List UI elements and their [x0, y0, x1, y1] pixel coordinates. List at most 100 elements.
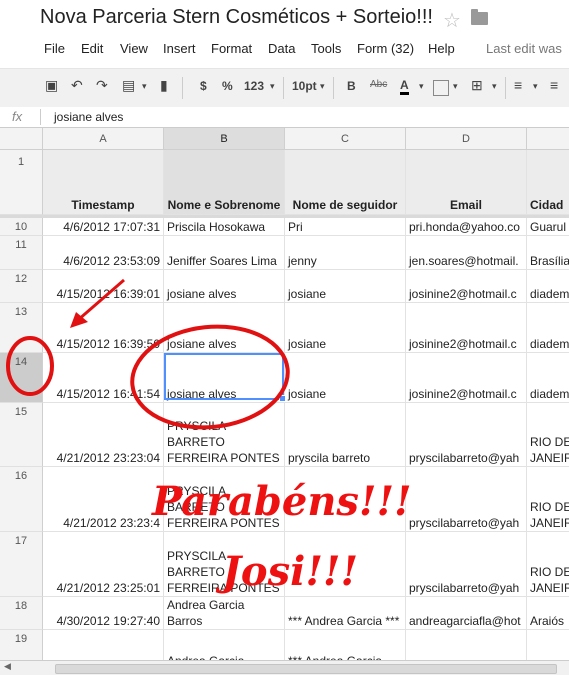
- last-edit-link[interactable]: Last edit was: [486, 41, 562, 56]
- paint-format-icon[interactable]: ▮: [160, 77, 168, 94]
- cell-seguidor[interactable]: [285, 467, 406, 532]
- cell-email[interactable]: pryscilabarreto@yah: [406, 403, 527, 467]
- cell-nome[interactable]: PRYSCILA BARRETO FERREIRA PONTES: [164, 403, 285, 467]
- row-header[interactable]: 15: [0, 403, 43, 467]
- menu-format[interactable]: Format: [211, 41, 252, 56]
- cell-nome[interactable]: Andrea Garcia: [164, 630, 285, 660]
- cell-seguidor[interactable]: josiane: [285, 303, 406, 353]
- cell-email[interactable]: jen.soares@hotmail.: [406, 236, 527, 270]
- cell-timestamp[interactable]: 4/30/2012 19:27:40: [43, 597, 164, 630]
- document-title[interactable]: Nova Parceria Stern Cosméticos + Sorteio…: [40, 6, 433, 29]
- cell-email[interactable]: josinine2@hotmail.c: [406, 270, 527, 303]
- cell-timestamp[interactable]: [43, 630, 164, 660]
- header-cell-email[interactable]: Email: [406, 150, 527, 215]
- cell-email[interactable]: josinine2@hotmail.c: [406, 303, 527, 353]
- row-header[interactable]: 1: [0, 150, 43, 215]
- cell-seguidor[interactable]: *** Andrea Garcia: [285, 630, 406, 660]
- chevron-down-icon[interactable]: ▾: [142, 81, 147, 92]
- menu-help[interactable]: Help: [428, 41, 455, 56]
- menu-view[interactable]: View: [120, 41, 148, 56]
- chevron-down-icon[interactable]: ▾: [320, 81, 325, 92]
- cell-email[interactable]: [406, 630, 527, 660]
- chevron-down-icon[interactable]: ▾: [492, 81, 497, 92]
- cell-nome[interactable]: josiane alves: [164, 303, 285, 353]
- cell-nome[interactable]: PRYSCILA BARRETO FERREIRA PONTES: [164, 532, 285, 597]
- cell-email[interactable]: andreagarciafla@hot: [406, 597, 527, 630]
- cell-cidade[interactable]: diadem: [527, 303, 569, 353]
- row-header[interactable]: 16: [0, 467, 43, 532]
- cell-email[interactable]: pryscilabarreto@yah: [406, 467, 527, 532]
- formula-input[interactable]: josiane alves: [54, 110, 123, 124]
- menu-form[interactable]: Form (32): [357, 41, 414, 56]
- horizontal-scrollbar[interactable]: ◀: [0, 660, 569, 675]
- print-icon[interactable]: ▣: [45, 77, 58, 94]
- header-cell-cidade[interactable]: Cidad: [527, 150, 569, 215]
- cell-seguidor[interactable]: Pri: [285, 218, 406, 236]
- row-header[interactable]: 11: [0, 236, 43, 270]
- redo-icon[interactable]: ↷: [96, 77, 108, 94]
- folder-icon[interactable]: [471, 9, 488, 25]
- cell-timestamp[interactable]: 4/21/2012 23:25:01: [43, 532, 164, 597]
- cell-cidade[interactable]: Brasília: [527, 236, 569, 270]
- select-all-corner[interactable]: [0, 128, 43, 150]
- row-header[interactable]: 19: [0, 630, 43, 660]
- more-options-icon[interactable]: ≡: [550, 77, 558, 93]
- cell-timestamp[interactable]: 4/6/2012 17:07:31: [43, 218, 164, 236]
- cell-seguidor[interactable]: josiane: [285, 353, 406, 403]
- header-cell-timestamp[interactable]: Timestamp: [43, 150, 164, 215]
- row-header[interactable]: 17: [0, 532, 43, 597]
- chevron-down-icon[interactable]: ▾: [453, 81, 458, 92]
- cell-cidade[interactable]: diadem: [527, 353, 569, 403]
- cell-cidade[interactable]: [527, 630, 569, 660]
- cell-timestamp[interactable]: 4/21/2012 23:23:04: [43, 403, 164, 467]
- paste-icon[interactable]: ▤: [122, 77, 135, 94]
- row-header[interactable]: 18: [0, 597, 43, 630]
- fill-color-icon[interactable]: [433, 80, 449, 96]
- cell-cidade[interactable]: RIO DE JANEIR: [527, 467, 569, 532]
- menu-insert[interactable]: Insert: [163, 41, 196, 56]
- cell-cidade[interactable]: RIO DE JANEIR: [527, 403, 569, 467]
- cell-email[interactable]: pryscilabarreto@yah: [406, 532, 527, 597]
- cell-seguidor[interactable]: pryscila barreto: [285, 403, 406, 467]
- font-size-select[interactable]: 10pt: [292, 79, 317, 93]
- cell-cidade[interactable]: diadem: [527, 270, 569, 303]
- column-header-e[interactable]: [527, 128, 569, 150]
- cell-nome[interactable]: Andrea Garcia Barros: [164, 597, 285, 630]
- chevron-down-icon[interactable]: ▾: [533, 81, 538, 92]
- cell-timestamp[interactable]: 4/15/2012 16:41:54: [43, 353, 164, 403]
- cell-timestamp[interactable]: 4/15/2012 16:39:01: [43, 270, 164, 303]
- column-header-b[interactable]: B: [164, 128, 285, 150]
- cell-cidade[interactable]: Guarul: [527, 218, 569, 236]
- star-icon[interactable]: ☆: [443, 8, 461, 33]
- cell-seguidor[interactable]: josiane: [285, 270, 406, 303]
- scrollbar-thumb[interactable]: [55, 664, 557, 674]
- menu-edit[interactable]: Edit: [81, 41, 103, 56]
- currency-button[interactable]: $: [200, 79, 207, 93]
- header-cell-nome[interactable]: Nome e Sobrenome: [164, 150, 285, 215]
- row-header[interactable]: 13: [0, 303, 43, 353]
- number-format-button[interactable]: 123: [244, 79, 264, 93]
- cell-nome[interactable]: Jeniffer Soares Lima: [164, 236, 285, 270]
- bold-button[interactable]: B: [347, 79, 356, 93]
- cell-timestamp[interactable]: 4/21/2012 23:23:4: [43, 467, 164, 532]
- strikethrough-button[interactable]: Abc: [370, 79, 387, 90]
- row-header[interactable]: 12: [0, 270, 43, 303]
- cell-email[interactable]: pri.honda@yahoo.co: [406, 218, 527, 236]
- cell-nome[interactable]: josiane alves: [164, 353, 285, 403]
- row-header[interactable]: 10: [0, 218, 43, 236]
- align-left-icon[interactable]: ≡: [514, 77, 522, 93]
- row-header[interactable]: 14: [0, 353, 43, 403]
- column-header-a[interactable]: A: [43, 128, 164, 150]
- menu-data[interactable]: Data: [268, 41, 295, 56]
- cell-nome[interactable]: josiane alves: [164, 270, 285, 303]
- cell-seguidor[interactable]: jenny: [285, 236, 406, 270]
- cell-seguidor[interactable]: [285, 532, 406, 597]
- column-header-d[interactable]: D: [406, 128, 527, 150]
- column-header-c[interactable]: C: [285, 128, 406, 150]
- menu-tools[interactable]: Tools: [311, 41, 341, 56]
- menu-file[interactable]: File: [44, 41, 65, 56]
- cell-cidade[interactable]: RIO DE JANEIR: [527, 532, 569, 597]
- cell-cidade[interactable]: Araiós: [527, 597, 569, 630]
- borders-icon[interactable]: ⊞: [471, 77, 483, 94]
- chevron-down-icon[interactable]: ▾: [270, 81, 275, 92]
